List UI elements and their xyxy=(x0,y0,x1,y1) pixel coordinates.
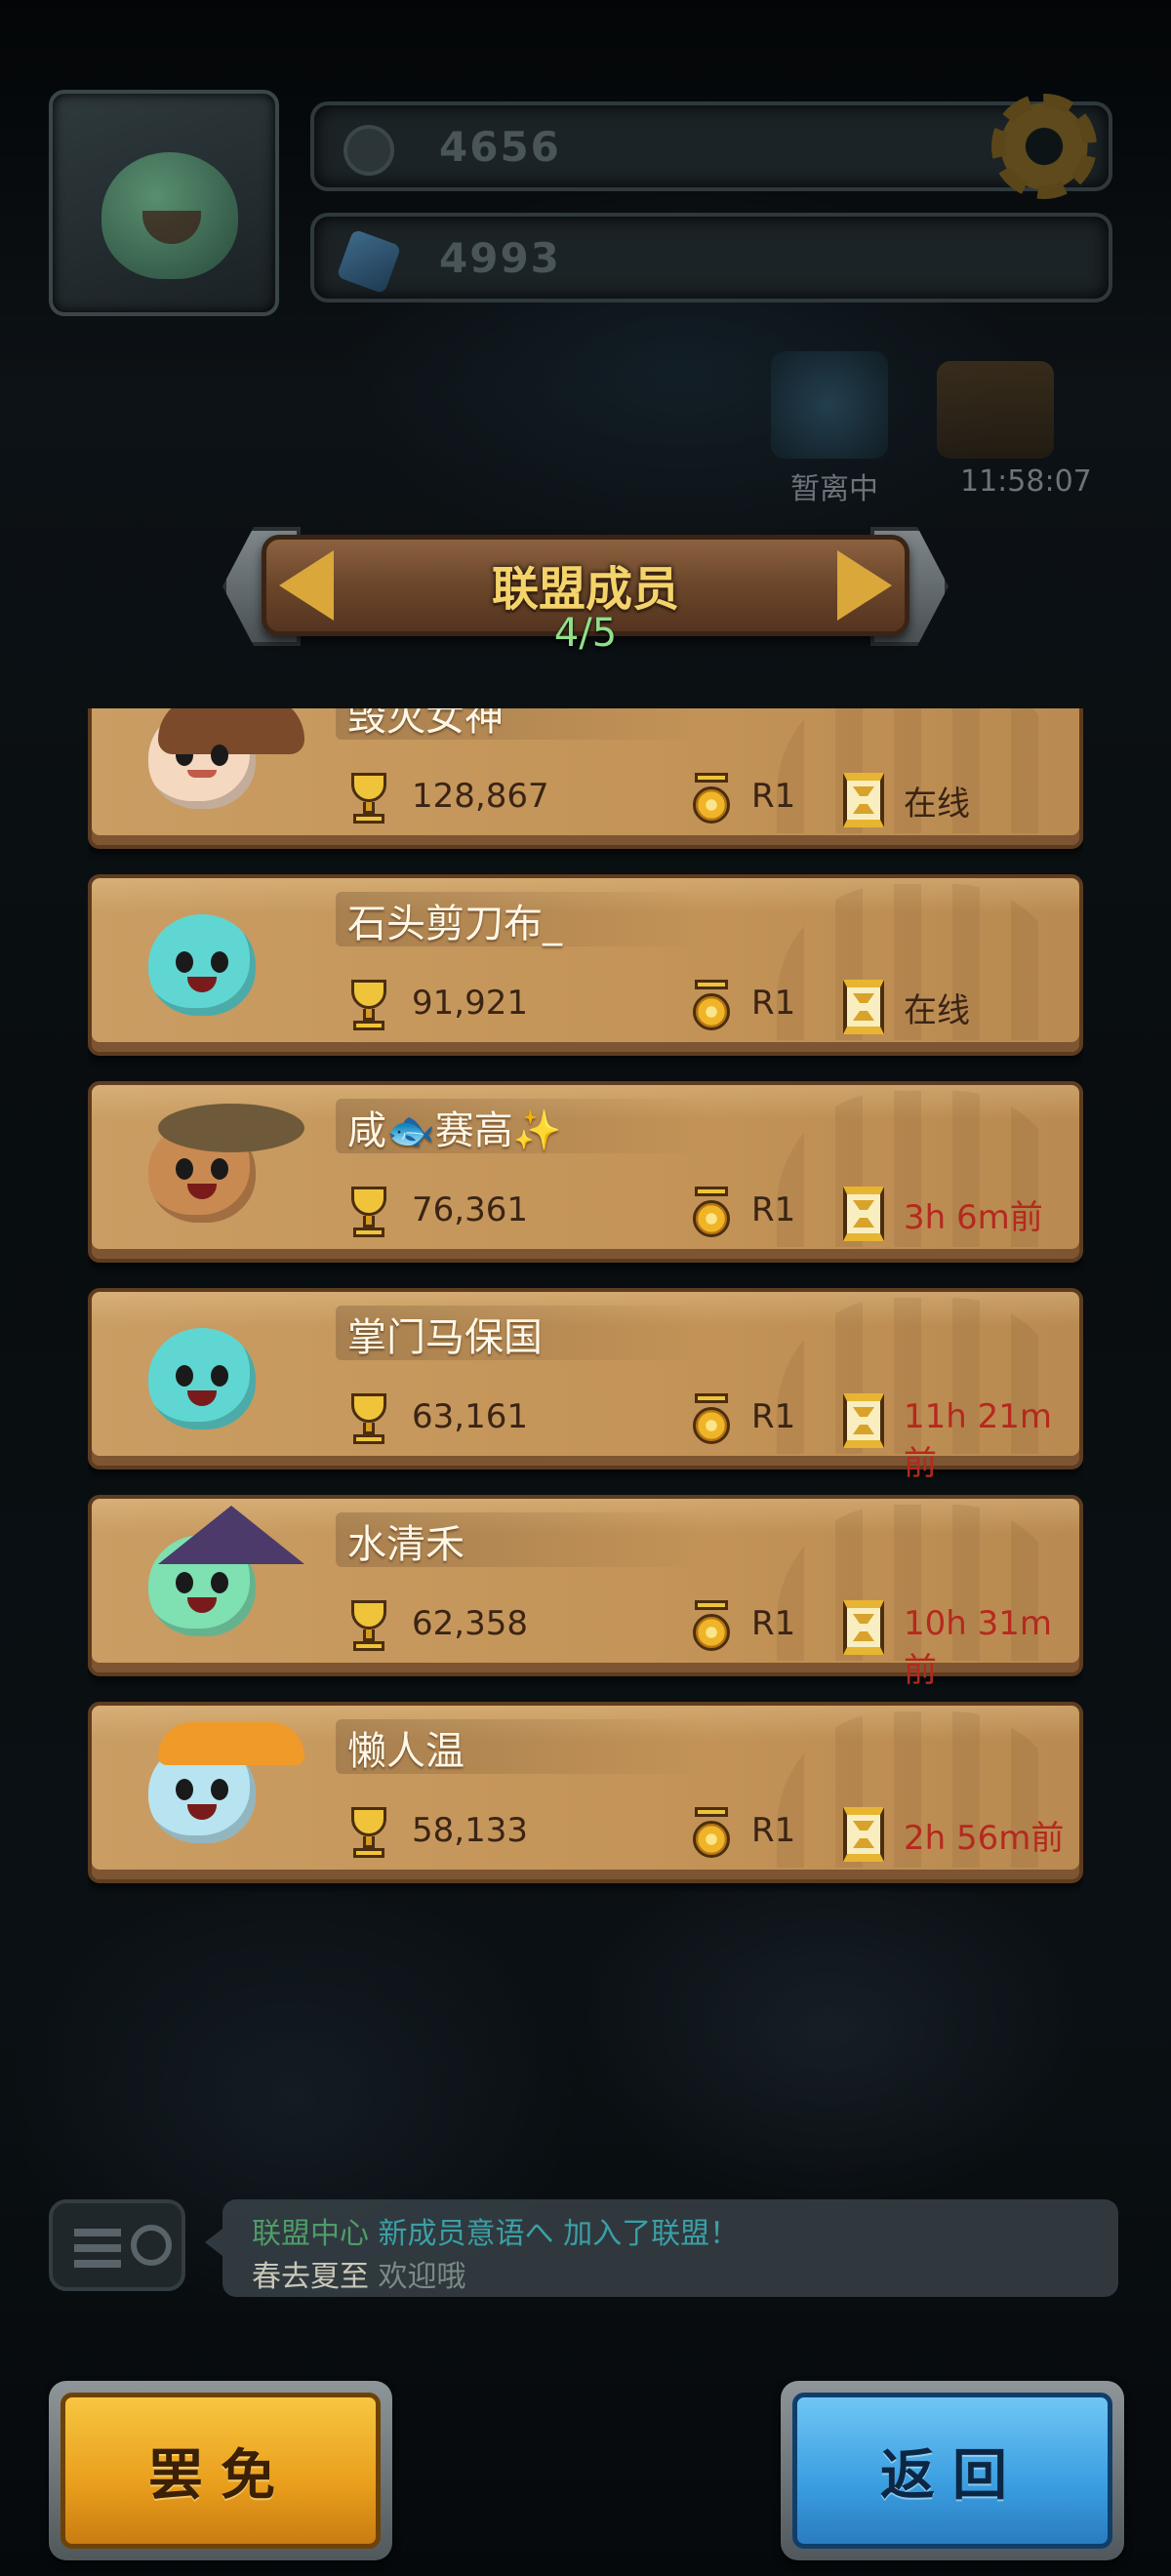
member-card[interactable]: 懒人温 58,133 R1 2h 56m前 xyxy=(88,1702,1083,1883)
gems-value: 4993 xyxy=(439,234,561,282)
member-rank: R1 xyxy=(751,1190,796,1229)
rank-medal-icon xyxy=(689,1187,734,1241)
member-status: 在线 xyxy=(904,785,970,824)
chat-message-system: 联盟中心 新成员意语へ 加入了联盟！ xyxy=(252,2209,739,2252)
trophy-icon xyxy=(345,980,392,1032)
trophy-icon xyxy=(345,1600,392,1653)
member-rank: R1 xyxy=(751,1604,796,1643)
member-name: 咸🐟赛高✨ xyxy=(347,1108,562,1153)
member-avatar xyxy=(119,708,304,831)
member-rank: R1 xyxy=(751,1811,796,1850)
member-card[interactable]: 掌门马保国 63,161 R1 11h 21m前 xyxy=(88,1288,1083,1483)
member-count: 4/5 xyxy=(553,611,618,656)
member-rank: R1 xyxy=(751,777,796,816)
member-trophies: 128,867 xyxy=(412,777,549,816)
member-rank: R1 xyxy=(751,984,796,1023)
hourglass-icon xyxy=(843,1393,884,1448)
member-avatar xyxy=(119,1306,285,1452)
member-status: 11h 21m前 xyxy=(904,1397,1053,1483)
member-trophies: 58,133 xyxy=(412,1811,528,1850)
chat-sender: 春去夏至 xyxy=(252,2260,369,2294)
member-trophies: 91,921 xyxy=(412,984,528,1023)
rank-medal-icon xyxy=(689,1807,734,1862)
member-avatar xyxy=(119,1099,304,1245)
member-trophies: 62,358 xyxy=(412,1604,528,1643)
chat-text: 欢迎哦 xyxy=(378,2260,466,2294)
chat-system-text: 加入了联盟！ xyxy=(563,2217,740,2251)
dismiss-button-label: 罢免 xyxy=(61,2393,381,2549)
hourglass-icon xyxy=(843,980,884,1034)
member-card[interactable]: 毁灭女神 128,867 R1 在线 xyxy=(88,708,1083,849)
chat-button[interactable] xyxy=(49,2199,185,2291)
member-status: 2h 56m前 xyxy=(904,1819,1065,1858)
member-card[interactable]: 石头剪刀布_ 91,921 R1 在线 xyxy=(88,874,1083,1056)
away-status: 暂离中 xyxy=(790,472,878,506)
member-rank: R1 xyxy=(751,1397,796,1436)
member-name: 毁灭女神 xyxy=(347,708,504,740)
back-button-label: 返回 xyxy=(792,2393,1112,2549)
member-trophies: 76,361 xyxy=(412,1190,528,1229)
chat-sender: 联盟中心 xyxy=(252,2217,369,2251)
gem-icon xyxy=(336,228,402,295)
rank-medal-icon xyxy=(689,1393,734,1448)
hourglass-icon xyxy=(843,1807,884,1862)
chat-new-member: 新成员意语へ xyxy=(378,2217,554,2251)
member-card[interactable]: 咸🐟赛高✨ 76,361 R1 3h 6m前 xyxy=(88,1081,1083,1263)
treasure-chest-icon xyxy=(937,361,1054,459)
trophy-icon xyxy=(345,1807,392,1860)
hourglass-icon xyxy=(843,1187,884,1241)
member-name: 水清禾 xyxy=(347,1522,464,1567)
member-avatar xyxy=(119,1506,304,1659)
alliance-members-banner: 联盟成员 4/5 xyxy=(222,527,949,656)
member-list[interactable]: 毁灭女神 128,867 R1 在线 石头剪刀布_ 91,921 R1 在线 咸… xyxy=(88,708,1083,1893)
member-avatar xyxy=(119,892,285,1038)
rank-medal-icon xyxy=(689,980,734,1034)
dismiss-button[interactable]: 罢免 xyxy=(49,2381,392,2560)
member-name: 掌门马保国 xyxy=(347,1315,543,1360)
member-trophies: 63,161 xyxy=(412,1397,528,1436)
member-status: 3h 6m前 xyxy=(904,1198,1043,1237)
gear-icon[interactable] xyxy=(986,88,1103,205)
hourglass-icon xyxy=(843,1600,884,1655)
chat-bubble-icon xyxy=(131,2225,172,2266)
coin-icon xyxy=(343,125,394,176)
back-button[interactable]: 返回 xyxy=(781,2381,1124,2560)
rank-medal-icon xyxy=(689,773,734,827)
gems-bar: 4993 xyxy=(310,213,1112,302)
member-name: 石头剪刀布_ xyxy=(347,902,562,946)
coins-value: 4656 xyxy=(439,123,561,171)
player-avatar[interactable] xyxy=(49,90,279,316)
game-clock: 11:58:07 xyxy=(960,464,1092,499)
member-card[interactable]: 水清禾 62,358 R1 10h 31m前 xyxy=(88,1495,1083,1690)
member-name: 懒人温 xyxy=(347,1729,464,1774)
hourglass-icon xyxy=(843,773,884,827)
trophy-icon xyxy=(345,1187,392,1239)
chat-lines-icon xyxy=(74,2229,121,2268)
member-status: 10h 31m前 xyxy=(904,1604,1053,1690)
member-status: 在线 xyxy=(904,991,970,1030)
trophy-icon xyxy=(345,1393,392,1446)
chat-preview[interactable]: 联盟中心 新成员意语へ 加入了联盟！ 春去夏至 欢迎哦 xyxy=(205,2199,1118,2297)
trophy-icon xyxy=(345,773,392,825)
portal-icon xyxy=(771,351,888,459)
rank-medal-icon xyxy=(689,1600,734,1655)
chat-message: 春去夏至 欢迎哦 xyxy=(252,2252,466,2295)
banner-title: 联盟成员 xyxy=(491,562,679,617)
member-avatar xyxy=(119,1719,304,1866)
